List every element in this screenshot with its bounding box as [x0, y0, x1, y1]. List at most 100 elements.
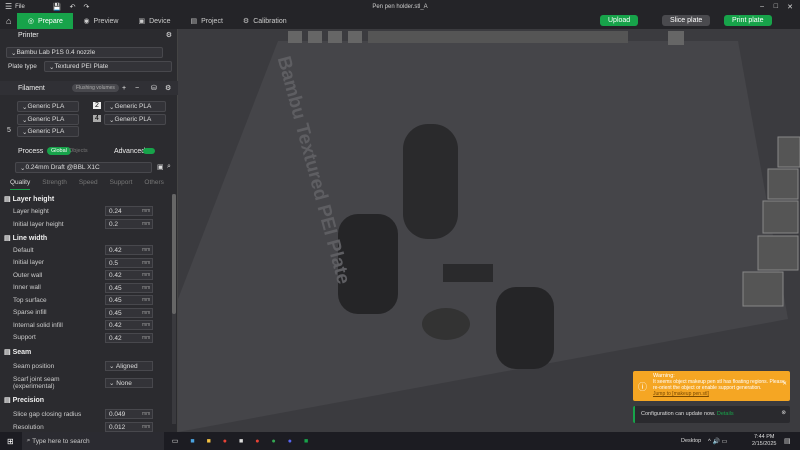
setting-label: Scarf joint seam (experimental): [13, 376, 60, 390]
warning-toast: ⓘ Warning: It seems object makeup pen st…: [633, 371, 790, 401]
slice-label: Slice plate: [670, 17, 703, 24]
plate-type-select[interactable]: ⌄ Textured PEI Plate: [44, 61, 172, 72]
global-toggle[interactable]: Global: [47, 147, 71, 155]
tab-quality[interactable]: Quality: [10, 179, 31, 190]
slice-plate-button[interactable]: Slice plate: [662, 15, 711, 26]
setting-row: Scarf joint seam (experimental) ⌄ None: [0, 375, 172, 391]
setting-label: Initial layer: [13, 259, 45, 267]
file-explorer-icon[interactable]: ■: [207, 438, 211, 445]
filament-name: Generic PLA: [114, 116, 152, 123]
minimize-button[interactable]: –: [760, 3, 764, 10]
add-filament-button[interactable]: +: [122, 85, 126, 92]
tab-device[interactable]: ▣ Device: [128, 13, 180, 29]
scrollbar-thumb[interactable]: [172, 194, 176, 314]
model-clips[interactable]: [443, 264, 493, 282]
model-cylinder-tall[interactable]: [403, 124, 458, 239]
tab-label: Project: [201, 17, 223, 25]
process-preset-select[interactable]: ⌄ 0.24mm Draft @BBL X1C: [15, 162, 152, 173]
objects-toggle[interactable]: Objects: [69, 148, 88, 154]
group-title: Line width: [12, 235, 48, 242]
group-title: Precision: [12, 397, 45, 404]
config-details-link[interactable]: Details: [717, 411, 734, 417]
setting-row: Initial layer 0.5 mm: [0, 257, 172, 270]
plate-type-value: Textured PEI Plate: [54, 63, 109, 70]
tab-others[interactable]: Others: [144, 179, 164, 190]
search-icon[interactable]: ⌕: [167, 163, 171, 171]
setting-row: Top surface 0.45 mm: [0, 294, 172, 307]
clock[interactable]: 7:44 PM 2/15/2025: [752, 434, 776, 448]
close-button[interactable]: ✕: [787, 3, 793, 11]
sync-filament-icon[interactable]: ⛁: [151, 84, 157, 92]
maximize-button[interactable]: □: [774, 3, 778, 10]
group-line-width: ▤ Line width: [4, 235, 48, 242]
filament-slot-2[interactable]: ⌄ Generic PLA: [104, 101, 166, 112]
close-notice-icon[interactable]: ⊗: [781, 410, 786, 416]
notification-icon[interactable]: ▤: [784, 437, 791, 445]
bambu-studio-icon[interactable]: ■: [304, 438, 308, 445]
upload-button[interactable]: Upload: [600, 15, 639, 26]
seam-position-select[interactable]: ⌄ Aligned: [105, 361, 153, 372]
filament-settings-icon[interactable]: ⚙: [165, 84, 171, 92]
chrome-icon-3[interactable]: ●: [272, 438, 276, 445]
remove-filament-button[interactable]: −: [135, 85, 139, 92]
filament-title: Filament: [18, 84, 45, 92]
filament-slot-1[interactable]: ⌄ Generic PLA: [17, 101, 79, 112]
scrollbar[interactable]: [172, 194, 176, 424]
printer-settings-icon[interactable]: ⚙: [166, 31, 172, 39]
model-cap[interactable]: [422, 308, 470, 340]
process-title: Process: [18, 147, 44, 155]
setting-unit: mm: [142, 309, 151, 316]
tab-label: Preview: [93, 17, 119, 25]
model-cylinder-right[interactable]: [496, 287, 554, 369]
filament-slot-5[interactable]: ⌄ Generic PLA: [17, 126, 79, 137]
tab-project[interactable]: ▤ Project: [180, 13, 232, 29]
group-precision: ▤ Precision: [4, 397, 45, 404]
setting-label: Default: [13, 246, 34, 254]
setting-label: Sparse infill: [13, 309, 47, 317]
tab-prepare[interactable]: ◎ Prepare: [17, 13, 74, 29]
setting-row: Seam position ⌄ Aligned: [0, 360, 172, 373]
filament-slot-4[interactable]: ⌄ Generic PLA: [104, 114, 166, 125]
filament-slot-3[interactable]: ⌄ Generic PLA: [17, 114, 79, 125]
tab-speed[interactable]: Speed: [79, 179, 98, 190]
setting-row: Support 0.42 mm: [0, 332, 172, 345]
filament-name: Generic PLA: [27, 116, 65, 123]
tab-support[interactable]: Support: [110, 179, 133, 190]
process-preset: 0.24mm Draft @BBL X1C: [25, 164, 100, 171]
taskbar-search[interactable]: ⌕ Type here to search: [21, 432, 164, 450]
search-placeholder: Type here to search: [32, 437, 90, 445]
filament-name: Generic PLA: [27, 128, 65, 135]
chrome-icon-2[interactable]: ●: [255, 438, 259, 445]
app-icon[interactable]: ■: [190, 438, 194, 445]
group-title: Seam: [12, 349, 32, 356]
desktop-toolbar[interactable]: Desktop: [681, 438, 701, 444]
project-icon: ▤: [190, 18, 198, 25]
warning-link[interactable]: Jump to [makeup pen.stl]: [653, 391, 709, 397]
task-view-icon[interactable]: ▭: [172, 437, 179, 445]
print-plate-button[interactable]: Print plate: [724, 15, 772, 26]
tab-calibration[interactable]: ⚙ Calibration: [233, 13, 297, 29]
setting-label: Support: [13, 334, 36, 342]
taskbar: ⊞ ⌕ Type here to search ▭ ■ ■ ● ■ ● ● ● …: [0, 432, 800, 450]
time: 7:44 PM: [753, 434, 775, 440]
tray-icons[interactable]: ^ 🔊 ▭: [708, 438, 727, 445]
filament-slot-number: 2: [93, 102, 101, 109]
flushing-volumes-button[interactable]: Flushing volumes: [72, 84, 119, 92]
advanced-switch[interactable]: [143, 148, 155, 154]
tab-strength[interactable]: Strength: [42, 179, 67, 190]
home-icon[interactable]: ⌂: [6, 16, 11, 26]
plate-type-label: Plate type: [8, 63, 37, 70]
tab-preview[interactable]: ◉ Preview: [73, 13, 128, 29]
printer-select[interactable]: ⌄ Bambu Lab P1S 0.4 nozzle: [6, 47, 163, 58]
chrome-icon[interactable]: ●: [223, 438, 227, 445]
process-header: Process Global Objects Advanced: [0, 144, 178, 158]
setting-row: Inner wall 0.45 mm: [0, 282, 172, 295]
group-title: Layer height: [12, 196, 55, 203]
windows-start-icon[interactable]: ⊞: [7, 437, 14, 446]
scarf-seam-select[interactable]: ⌄ None: [105, 378, 153, 388]
filament-slot-number: 4: [93, 115, 101, 122]
save-preset-icon[interactable]: ▣: [157, 163, 164, 171]
close-warning-icon[interactable]: ✕: [782, 381, 787, 387]
terminal-icon[interactable]: ■: [239, 438, 243, 445]
discord-icon[interactable]: ●: [288, 438, 292, 445]
